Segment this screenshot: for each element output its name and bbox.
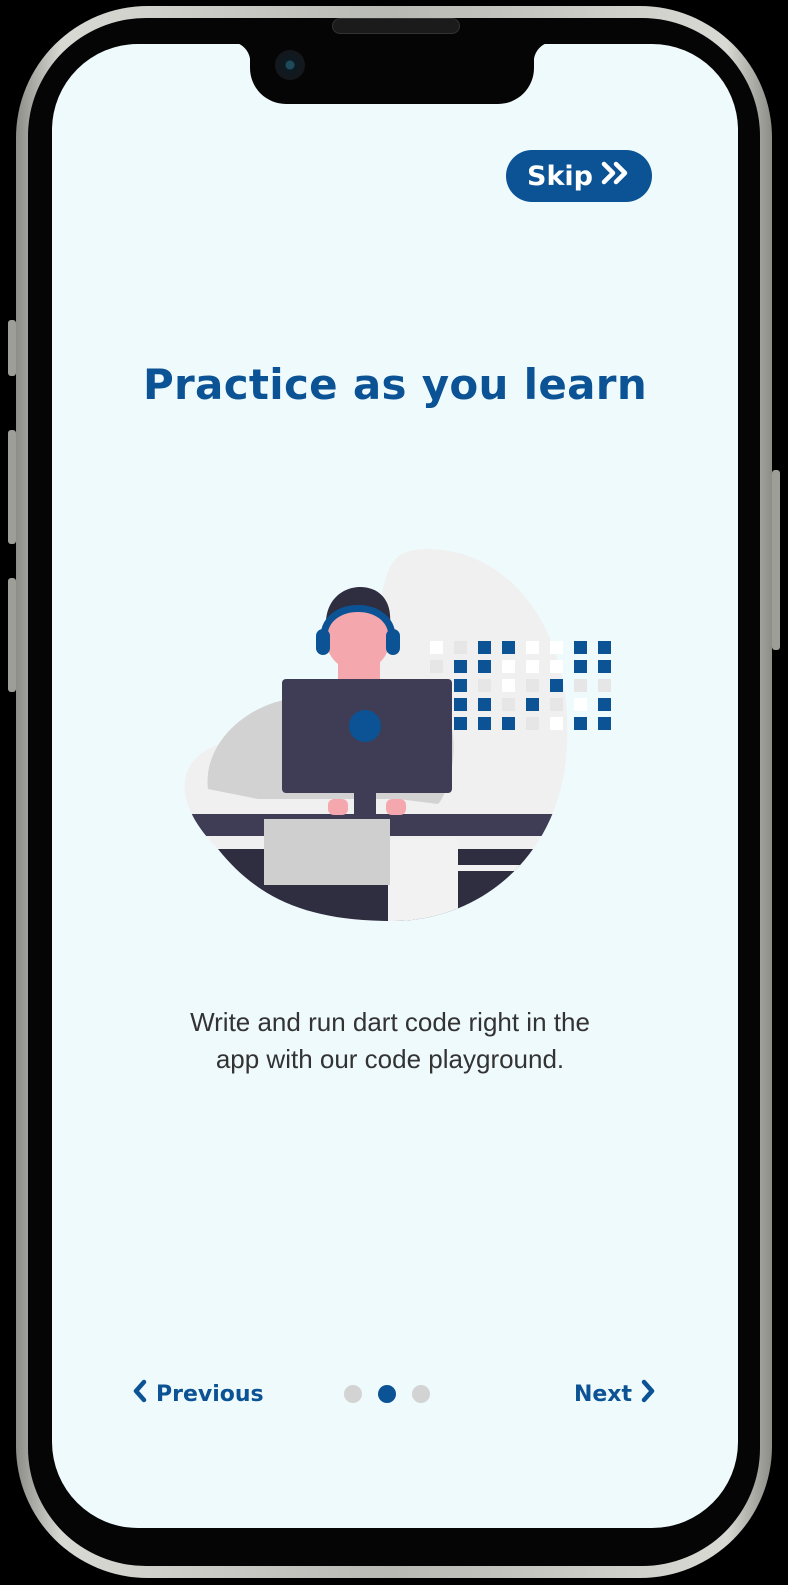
earpiece-speaker xyxy=(332,18,460,34)
onboarding-screen: Skip Practice as you learn Write and run… xyxy=(52,44,738,1528)
developer-illustration xyxy=(178,549,657,921)
page-dot-3[interactable] xyxy=(412,1385,430,1403)
previous-label: Previous xyxy=(156,1381,264,1407)
front-camera xyxy=(275,50,305,80)
page-dot-2-active[interactable] xyxy=(378,1385,396,1403)
chevron-right-icon xyxy=(640,1379,656,1409)
skip-button[interactable]: Skip xyxy=(506,150,652,202)
page-title: Practice as you learn xyxy=(142,360,648,409)
description-line-1: Write and run dart code right in the xyxy=(190,1007,590,1037)
chevron-left-icon xyxy=(132,1379,148,1409)
volume-up-button xyxy=(8,430,16,544)
previous-button[interactable]: Previous xyxy=(132,1374,264,1414)
page-dot-1[interactable] xyxy=(344,1385,362,1403)
next-label: Next xyxy=(573,1381,632,1407)
page-indicator xyxy=(344,1385,430,1403)
description-line-2: app with our code playground. xyxy=(215,1044,565,1074)
skip-label: Skip xyxy=(527,160,593,192)
description-text: Write and run dart code right in the app… xyxy=(142,1004,638,1078)
volume-down-button xyxy=(8,578,16,692)
power-button xyxy=(772,470,780,650)
next-button[interactable]: Next xyxy=(574,1374,656,1414)
mute-switch xyxy=(8,320,16,376)
double-chevron-right-icon xyxy=(601,161,631,192)
